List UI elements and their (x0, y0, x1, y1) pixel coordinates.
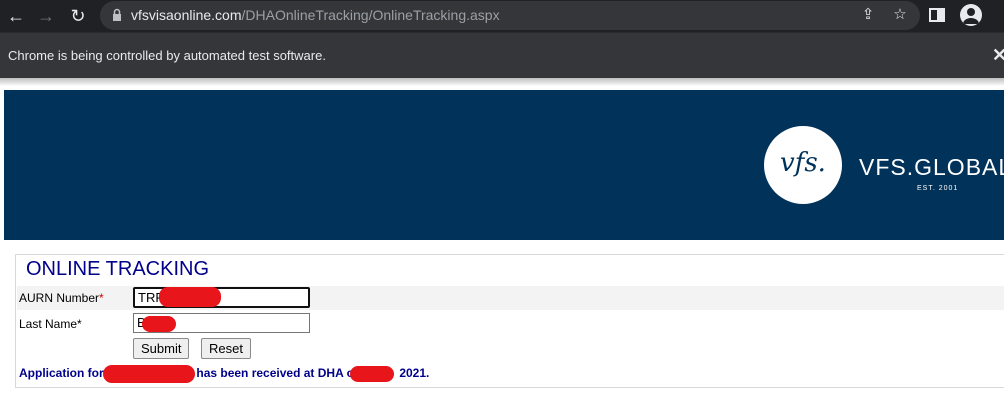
share-icon[interactable]: ⇪ (856, 3, 880, 27)
brand-est: EST. 2001 (917, 185, 959, 192)
page-title: ONLINE TRACKING (26, 258, 209, 280)
address-bar[interactable]: vfsvisaonline.com/DHAOnlineTracking/Onli… (100, 1, 920, 30)
brand-name: VFS.GLOBAL (859, 154, 1004, 180)
profile-icon[interactable] (960, 4, 982, 26)
redaction-mark (349, 366, 394, 382)
submit-button[interactable]: Submit (133, 338, 190, 359)
message-part1: Application for (19, 366, 104, 381)
infobar-shadow (0, 78, 1004, 86)
automation-infobar: Chrome is being controlled by automated … (0, 32, 1004, 78)
star-icon[interactable]: ☆ (888, 3, 912, 27)
aurn-label-text: AURN Number (19, 291, 100, 305)
tracking-form: ONLINE TRACKING AURN Number* TRR Last Na… (15, 254, 1004, 388)
redaction-mark (159, 287, 221, 307)
infobar-message: Chrome is being controlled by automated … (8, 48, 326, 63)
url-path: /DHAOnlineTracking/OnlineTracking.aspx (241, 7, 500, 23)
aurn-label: AURN Number* (19, 291, 104, 305)
side-panel-icon[interactable] (928, 6, 946, 24)
message-part2: has been received at DHA o (196, 366, 354, 381)
close-icon[interactable]: ✕ (992, 45, 1004, 66)
message-part3: 2021. (399, 366, 430, 381)
lastname-label: Last Name* (19, 317, 82, 331)
aurn-number-input[interactable]: TRR (133, 287, 310, 308)
lastname-label-text: Last Name (19, 317, 78, 331)
reset-button[interactable]: Reset (201, 338, 251, 359)
logo-mark: vfs. (780, 148, 826, 178)
reload-icon[interactable]: ↻ (66, 4, 90, 28)
url-host: vfsvisaonline.com (131, 7, 242, 23)
status-message: Application for has been received at DHA… (19, 365, 429, 383)
last-name-input[interactable]: B (133, 313, 310, 333)
vfs-banner: vfs. VFS.GLOBAL EST. 2001 (4, 90, 1004, 240)
browser-toolbar: ← → ↻ vfsvisaonline.com/DHAOnlineTrackin… (0, 0, 1004, 32)
required-mark: * (99, 291, 104, 305)
redaction-mark (142, 316, 176, 332)
vfs-logo: vfs. (764, 126, 842, 204)
required-mark: * (77, 317, 82, 331)
lock-icon (113, 8, 121, 21)
redaction-mark (103, 365, 196, 383)
url-text: vfsvisaonline.com/DHAOnlineTracking/Onli… (131, 7, 500, 23)
forward-arrow-icon[interactable]: → (34, 4, 58, 28)
back-arrow-icon[interactable]: ← (4, 4, 28, 28)
